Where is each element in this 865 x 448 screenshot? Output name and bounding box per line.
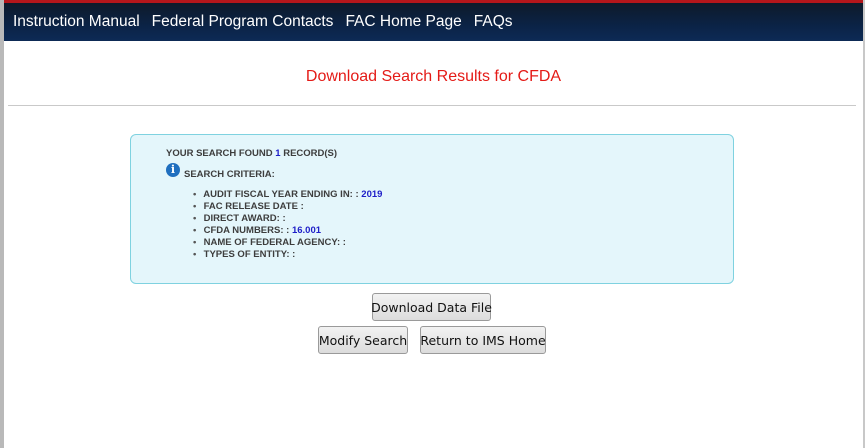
top-navbar: Instruction Manual Federal Program Conta… [4, 3, 863, 41]
found-count: 1 [275, 148, 281, 159]
criteria-item-federal-agency: NAME OF FEDERAL AGENCY: : [193, 237, 382, 249]
search-results-box: YOUR SEARCH FOUND 1 RECORD(S) i SEARCH C… [130, 134, 734, 284]
info-icon: i [166, 163, 180, 177]
criteria-label: TYPES OF ENTITY: : [203, 249, 296, 260]
modify-search-button[interactable]: Modify Search [318, 326, 408, 354]
found-suffix: RECORD(S) [283, 148, 338, 159]
criteria-label: NAME OF FEDERAL AGENCY: : [203, 237, 346, 248]
found-prefix: YOUR SEARCH FOUND [166, 148, 273, 159]
criteria-item-fac-release-date: FAC RELEASE DATE : [193, 201, 382, 213]
download-data-file-button[interactable]: Download Data File [371, 293, 492, 321]
criteria-label: DIRECT AWARD: : [203, 213, 286, 224]
search-criteria-title: SEARCH CRITERIA: [184, 169, 275, 180]
nav-fac-home-page[interactable]: FAC Home Page [345, 13, 461, 31]
nav-federal-program-contacts[interactable]: Federal Program Contacts [152, 13, 334, 31]
criteria-label: FAC RELEASE DATE : [203, 201, 304, 212]
return-to-ims-home-button[interactable]: Return to IMS Home [420, 326, 546, 354]
nav-faqs[interactable]: FAQs [474, 13, 513, 31]
title-divider [8, 105, 856, 106]
page-title: Download Search Results for CFDA [305, 68, 562, 85]
search-criteria-list: AUDIT FISCAL YEAR ENDING IN: : 2019 FAC … [193, 189, 382, 261]
criteria-label: CFDA NUMBERS: : [203, 225, 290, 236]
criteria-item-audit-fiscal-year: AUDIT FISCAL YEAR ENDING IN: : 2019 [193, 189, 382, 201]
criteria-item-direct-award: DIRECT AWARD: : [193, 213, 382, 225]
criteria-label: AUDIT FISCAL YEAR ENDING IN: : [203, 189, 359, 200]
criteria-item-types-of-entity: TYPES OF ENTITY: : [193, 249, 382, 261]
records-found-text: YOUR SEARCH FOUND 1 RECORD(S) [166, 148, 337, 159]
nav-instruction-manual[interactable]: Instruction Manual [13, 13, 140, 31]
criteria-value: 16.001 [291, 225, 322, 236]
criteria-value: 2019 [361, 189, 383, 200]
criteria-item-cfda-numbers: CFDA NUMBERS: : 16.001 [193, 225, 382, 237]
